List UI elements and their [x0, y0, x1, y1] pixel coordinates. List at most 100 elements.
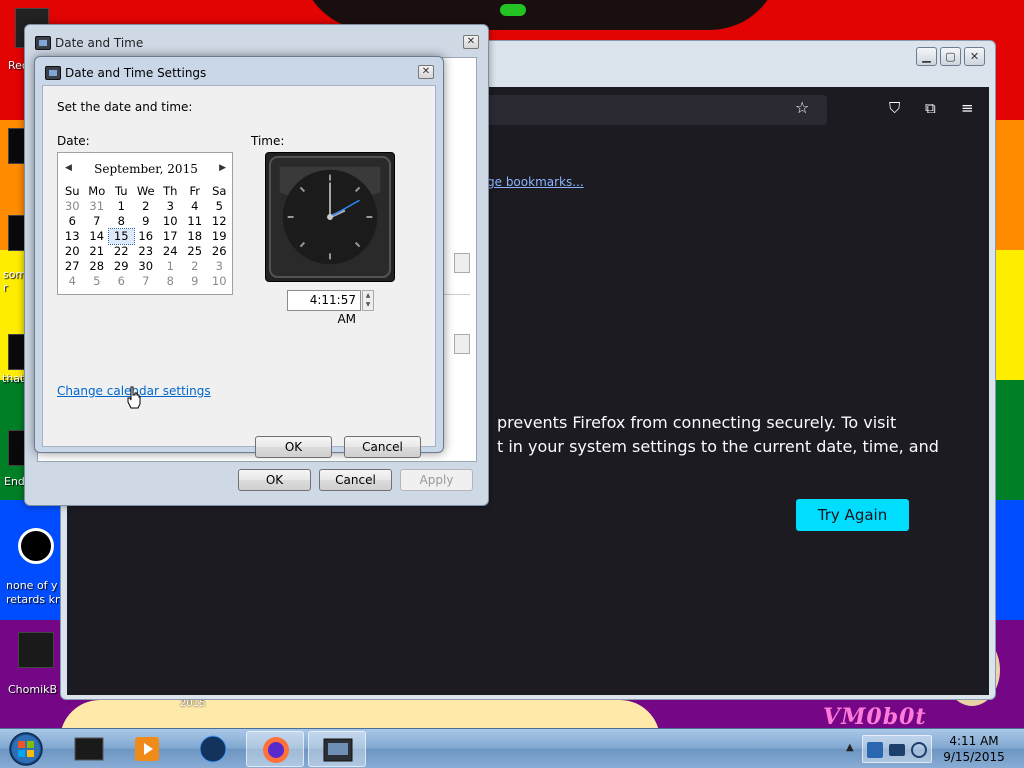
calendar-month-title[interactable]: September, 2015 — [58, 162, 234, 176]
date-label: Date: — [57, 134, 90, 148]
calendar-day[interactable]: 31 — [85, 199, 110, 214]
calendar[interactable]: ◀ September, 2015 ▶ Su Mo Tu We Th Fr Sa 30 31 1 2… — [57, 152, 233, 295]
calendar-weekday: Sa — [212, 184, 227, 198]
time-spinner[interactable]: ▲ ▼ — [362, 290, 374, 311]
calendar-day[interactable]: 19 — [207, 229, 232, 244]
bookmark-star-icon[interactable]: ☆ — [795, 98, 809, 117]
tray-icons-area[interactable] — [862, 735, 932, 763]
desktop-icon-none-of-you[interactable] — [4, 528, 68, 566]
maximize-button[interactable]: ▢ — [940, 47, 961, 66]
calendar-day[interactable]: 4 — [60, 274, 85, 289]
calendar-day[interactable]: 30 — [60, 199, 85, 214]
calendar-day[interactable]: 15 — [108, 228, 135, 245]
media-player-icon — [135, 737, 159, 761]
calendar-week-row: 13 14 15 16 17 18 19 — [60, 228, 232, 245]
display-icon[interactable] — [889, 744, 905, 756]
calendar-day[interactable]: 10 — [158, 214, 183, 229]
menu-hamburger-icon[interactable]: ≡ — [961, 99, 974, 117]
calendar-day[interactable]: 22 — [109, 244, 134, 259]
taskbar-clock[interactable]: 4:11 AM 9/15/2015 — [934, 733, 1014, 765]
desktop-icon-label[interactable]: ChomikB — [8, 683, 57, 696]
calendar-day[interactable]: 21 — [85, 244, 110, 259]
manage-bookmarks-link[interactable]: ge bookmarks... — [487, 175, 584, 189]
start-button-windows-icon[interactable] — [6, 731, 46, 767]
taskbar-app-explorer[interactable] — [60, 731, 118, 767]
hidden-button-edge[interactable] — [454, 334, 470, 354]
calendar-day[interactable]: 8 — [158, 274, 183, 289]
tray-expand-icon[interactable]: ▲ — [846, 742, 854, 753]
taskbar-app-media[interactable] — [118, 731, 176, 767]
taskbar-app-globe[interactable] — [184, 731, 242, 767]
spin-down-icon[interactable]: ▼ — [363, 300, 373, 309]
calendar-day[interactable]: 6 — [109, 274, 134, 289]
close-button[interactable]: ✕ — [463, 35, 479, 49]
ok-button[interactable]: OK — [238, 469, 311, 491]
close-button[interactable]: ✕ — [964, 47, 985, 66]
hidden-button-edge[interactable] — [454, 253, 470, 273]
cancel-button[interactable]: Cancel — [319, 469, 392, 491]
calendar-day[interactable]: 18 — [183, 229, 208, 244]
calendar-day[interactable]: 1 — [158, 259, 183, 274]
calendar-day[interactable]: 3 — [158, 199, 183, 214]
globe-app-icon — [199, 735, 227, 763]
taskbar-app-firefox[interactable] — [246, 731, 304, 767]
extensions-icon[interactable]: ⧉ — [925, 99, 936, 117]
calendar-weekday: Th — [163, 184, 178, 198]
calendar-day[interactable]: 17 — [158, 229, 183, 244]
calendar-week-row: 27 28 29 30 1 2 3 — [60, 259, 232, 274]
date-time-settings-dialog[interactable]: Date and Time Settings ✕ Set the date an… — [34, 56, 444, 458]
calendar-day[interactable]: 28 — [85, 259, 110, 274]
calendar-day[interactable]: 12 — [207, 214, 232, 229]
calendar-day[interactable]: 20 — [60, 244, 85, 259]
calendar-day[interactable]: 7 — [85, 214, 110, 229]
apply-button[interactable]: Apply — [400, 469, 473, 491]
calendar-day[interactable]: 1 — [109, 199, 134, 214]
calendar-day[interactable]: 3 — [207, 259, 232, 274]
calendar-day[interactable]: 29 — [109, 259, 134, 274]
next-month-icon[interactable]: ▶ — [219, 163, 226, 173]
calendar-day[interactable]: 30 — [134, 259, 159, 274]
black-box-app-icon — [74, 737, 104, 761]
wallpaper-shape-bottom — [60, 700, 660, 728]
calendar-day[interactable]: 10 — [207, 274, 232, 289]
close-button[interactable]: ✕ — [418, 65, 434, 79]
calendar-day[interactable]: 2 — [134, 199, 159, 214]
desktop-icon-label[interactable]: none of y retards kn — [6, 579, 62, 607]
calendar-day[interactable]: 4 — [183, 199, 208, 214]
calendar-day[interactable]: 24 — [158, 244, 183, 259]
calendar-day[interactable]: 5 — [207, 199, 232, 214]
time-input[interactable]: 4:11:57 AM — [287, 290, 361, 326]
desktop-icon-label[interactable]: End — [4, 475, 25, 488]
calendar-day[interactable]: 11 — [183, 214, 208, 229]
calendar-day[interactable]: 26 — [207, 244, 232, 259]
desktop-icon-label[interactable]: that — [2, 372, 24, 385]
calendar-day[interactable]: 2 — [183, 259, 208, 274]
network-icon[interactable] — [867, 742, 883, 758]
spin-up-icon[interactable]: ▲ — [363, 291, 373, 300]
calendar-week-row: 30 31 1 2 3 4 5 — [60, 199, 232, 214]
wallpaper-watermark: VM0b0t — [823, 704, 927, 728]
ok-button[interactable]: OK — [255, 436, 332, 458]
desktop-icon-chomik[interactable] — [4, 632, 68, 670]
calendar-day[interactable]: 9 — [183, 274, 208, 289]
calendar-day[interactable]: 13 — [60, 229, 85, 244]
minimize-button[interactable]: ▁ — [916, 47, 937, 66]
calendar-day[interactable]: 25 — [183, 244, 208, 259]
calendar-day[interactable]: 9 — [134, 214, 159, 229]
calendar-day[interactable]: 6 — [60, 214, 85, 229]
calendar-weekday-header: Su Mo Tu We Th Fr Sa — [60, 184, 232, 199]
try-again-button[interactable]: Try Again — [796, 499, 909, 531]
dialog-title: Date and Time Settings — [65, 66, 207, 80]
window-controls: ▁ ▢ ✕ — [916, 47, 985, 66]
taskbar-app-date-time[interactable] — [308, 731, 366, 767]
calendar-day[interactable]: 7 — [134, 274, 159, 289]
clock-tray-icon[interactable] — [911, 742, 927, 758]
calendar-day[interactable]: 16 — [134, 229, 159, 244]
calendar-day[interactable]: 27 — [60, 259, 85, 274]
pocket-icon[interactable]: ⛉ — [889, 99, 900, 117]
cancel-button[interactable]: Cancel — [344, 436, 421, 458]
calendar-day[interactable]: 14 — [85, 229, 110, 244]
calendar-day[interactable]: 5 — [85, 274, 110, 289]
calendar-day[interactable]: 23 — [134, 244, 159, 259]
calendar-day[interactable]: 8 — [109, 214, 134, 229]
